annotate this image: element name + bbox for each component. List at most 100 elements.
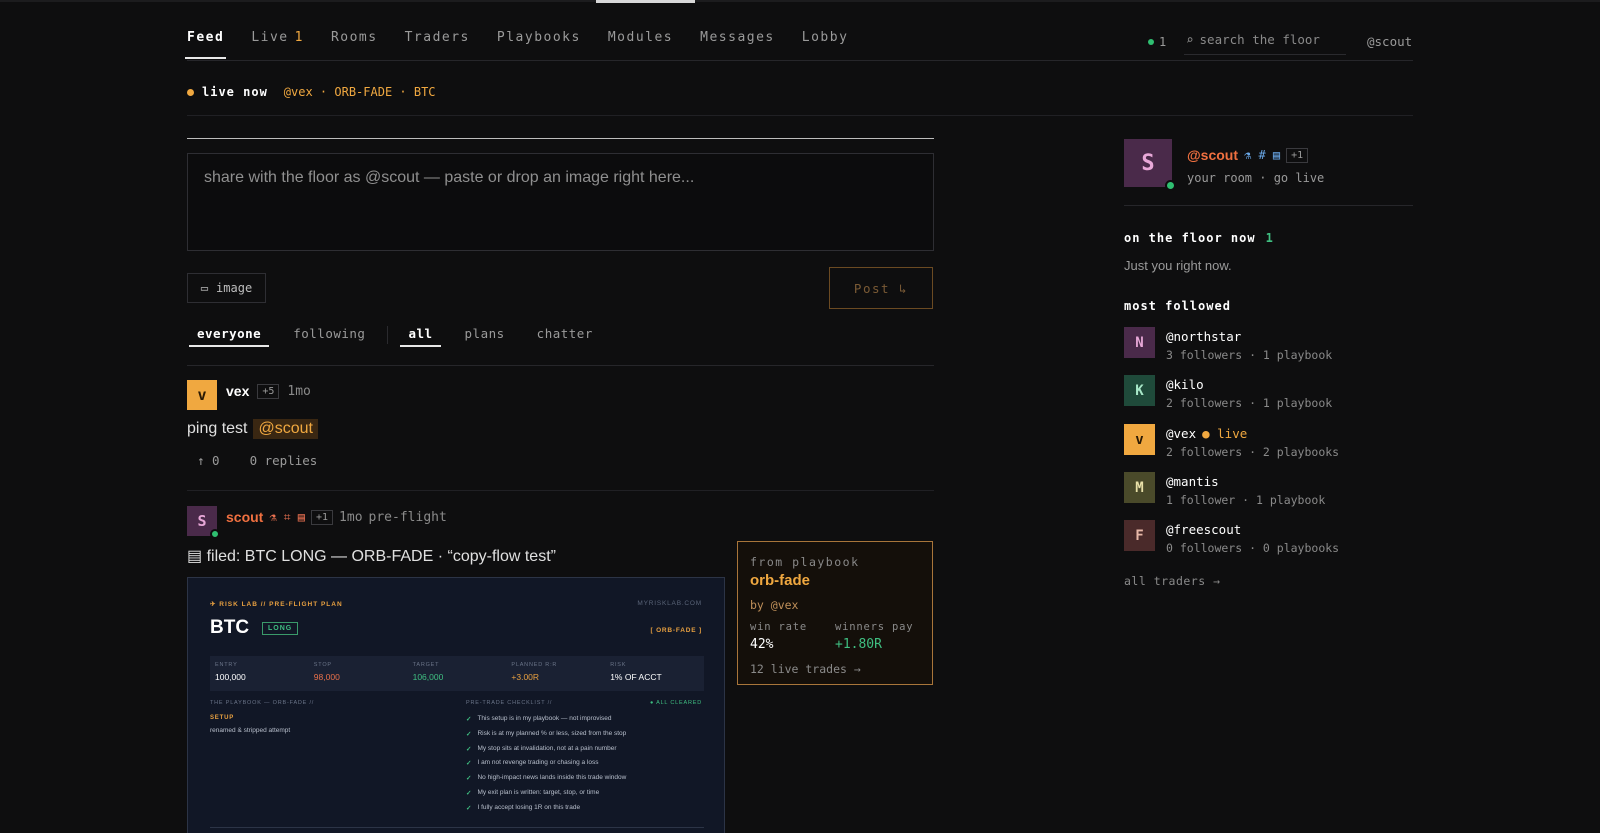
plan-stat: TARGET 106,000 <box>408 656 507 691</box>
nav-traders[interactable]: Traders <box>405 30 470 60</box>
trader-item[interactable]: M @mantis 1 follower · 1 playbook <box>1124 472 1325 507</box>
nav-playbooks-label: Playbooks <box>496 30 581 45</box>
plan-stat-label: ENTRY <box>215 662 238 668</box>
trader-item[interactable]: K @kilo 2 followers · 1 playbook <box>1124 375 1332 410</box>
nav-messages[interactable]: Messages <box>700 30 775 60</box>
post-actions: ↑ 0 0 replies <box>197 453 317 468</box>
plan-symbol: BTC <box>210 617 250 638</box>
all-traders-link[interactable]: all traders → <box>1124 574 1221 588</box>
post-author[interactable]: vex <box>226 383 249 399</box>
trader-item[interactable]: v @vex ● live 2 followers · 2 playbooks <box>1124 424 1339 459</box>
trader-name-row: @vex ● live <box>1166 426 1339 441</box>
trader-info: @freescout 0 followers · 0 playbooks <box>1166 520 1339 555</box>
composer-top-rule <box>187 138 934 139</box>
trader-meta: 2 followers · 1 playbook <box>1166 396 1333 410</box>
plan-footer-rule <box>210 827 704 828</box>
live-trades-link[interactable]: 12 live trades → <box>750 662 920 676</box>
image-upload-button[interactable]: ▭ image <box>187 273 266 303</box>
composer-placeholder: share with the floor as @scout — paste o… <box>204 169 695 186</box>
filter-separator <box>387 326 389 344</box>
trader-info: @vex ● live 2 followers · 2 playbooks <box>1166 424 1339 459</box>
plan-header: ✈ RISK LAB // PRE-FLIGHT PLAN <box>210 601 343 608</box>
plan-stats: ENTRY 100,000 STOP 98,000 TARGET 106,000 PL… <box>210 656 704 691</box>
check-icon: ✓ <box>466 730 472 738</box>
plan-site: MYRISKLAB.COM <box>637 600 702 607</box>
replies-link[interactable]: 0 replies <box>250 453 318 468</box>
user-menu[interactable]: @scout <box>1367 34 1412 49</box>
post-header: vex +5 1mo <box>226 383 311 399</box>
winners-stat: winners pay +1.80R <box>835 621 920 652</box>
nav-rooms[interactable]: Rooms <box>331 30 378 60</box>
check-icon: ✓ <box>466 760 472 768</box>
check-icon: ✓ <box>466 775 472 783</box>
author-tag: +1 <box>311 509 334 525</box>
online-indicator: 1 <box>1148 35 1166 49</box>
filter-plans[interactable]: plans <box>455 326 515 347</box>
trader-meta: 3 followers · 1 playbook <box>1166 348 1333 362</box>
online-count: 1 <box>1159 35 1167 49</box>
avatar: N <box>1124 327 1155 358</box>
live-now-meta[interactable]: @vex · ORB-FADE · BTC <box>284 85 436 99</box>
nav-feed[interactable]: Feed <box>184 30 227 60</box>
mention-link[interactable]: @scout <box>253 419 318 439</box>
trader-item[interactable]: N @northstar 3 followers · 1 playbook <box>1124 327 1332 362</box>
plan-stat-value: 1% OF ACCT <box>610 672 662 682</box>
post-time: 1mo <box>287 383 311 399</box>
nav-rooms-label: Rooms <box>330 30 378 45</box>
trader-name: @vex <box>1166 426 1197 441</box>
post-button[interactable]: Post ↳ <box>829 267 933 309</box>
trader-info: @northstar 3 followers · 1 playbook <box>1166 327 1332 362</box>
floor-text: Just you right now. <box>1124 258 1232 273</box>
post-label: pre-flight <box>368 509 447 525</box>
nav-traders-label: Traders <box>404 30 470 45</box>
checklist-text: My stop sits at invalidation, not at a p… <box>477 744 617 752</box>
filter-following[interactable]: following <box>283 326 375 347</box>
filter-all[interactable]: all <box>398 326 442 347</box>
playbook-author[interactable]: by @vex <box>750 598 920 612</box>
playbook-name[interactable]: orb-fade <box>750 572 920 589</box>
plan-stat-label: TARGET <box>412 662 440 668</box>
online-dot-icon <box>210 529 220 539</box>
online-dot-icon <box>1165 180 1176 191</box>
avatar: M <box>1124 472 1155 503</box>
post-text: ping test <box>187 420 248 437</box>
playbook-card[interactable]: from playbook orb-fade by @vex win rate … <box>737 541 933 685</box>
trader-name: @freescout <box>1166 522 1242 537</box>
trader-name: @kilo <box>1166 377 1204 392</box>
composer-textarea[interactable]: share with the floor as @scout — paste o… <box>187 153 934 251</box>
checklist-text: Risk is at my planned % or less, sized f… <box>477 729 627 737</box>
nav-divider <box>187 60 1413 61</box>
image-button-label: image <box>216 281 253 295</box>
plan-setup-text: renamed & stripped attempt <box>210 727 291 734</box>
nav-live-label: Live <box>251 30 289 45</box>
plan-stat-value: +3.00R <box>511 672 540 682</box>
plan-image[interactable]: ✈ RISK LAB // PRE-FLIGHT PLAN MYRISKLAB.… <box>187 577 725 833</box>
trader-info: @kilo 2 followers · 1 playbook <box>1166 375 1332 410</box>
live-now-strip[interactable]: live now @vex · ORB-FADE · BTC <box>187 85 436 99</box>
nav-playbooks[interactable]: Playbooks <box>497 30 581 60</box>
online-dot-icon <box>1148 39 1154 45</box>
image-icon: ▭ <box>200 281 209 295</box>
checklist-item: ✓ I am not revenge trading or chasing a l… <box>466 759 626 774</box>
profile-links[interactable]: your room · go live <box>1187 171 1324 185</box>
upvote-button[interactable]: ↑ 0 <box>197 453 220 468</box>
nav-modules[interactable]: Modules <box>608 30 673 60</box>
avatar[interactable]: v <box>187 380 217 410</box>
plan-cleared-badge: ● ALL CLEARED <box>649 700 702 706</box>
trader-item[interactable]: F @freescout 0 followers · 0 playbooks <box>1124 520 1339 555</box>
nav-lobby[interactable]: Lobby <box>802 30 849 60</box>
search-input[interactable]: ⌕ search the floor <box>1184 30 1346 55</box>
post-author[interactable]: scout <box>226 509 263 525</box>
plan-stat-value: 106,000 <box>412 672 444 682</box>
post-time: 1mo <box>339 509 363 525</box>
filter-everyone[interactable]: everyone <box>187 326 271 347</box>
nav-live[interactable]: Live 1 <box>251 30 304 60</box>
profile-handle[interactable]: @scout <box>1187 147 1238 163</box>
filter-chatter[interactable]: chatter <box>527 326 603 347</box>
check-icon: ✓ <box>466 716 472 723</box>
avatar[interactable]: S <box>1124 139 1172 187</box>
live-divider <box>187 115 1413 116</box>
feed-divider <box>187 365 934 366</box>
live-now-label: live now <box>202 85 268 99</box>
trader-name: @mantis <box>1166 474 1219 489</box>
